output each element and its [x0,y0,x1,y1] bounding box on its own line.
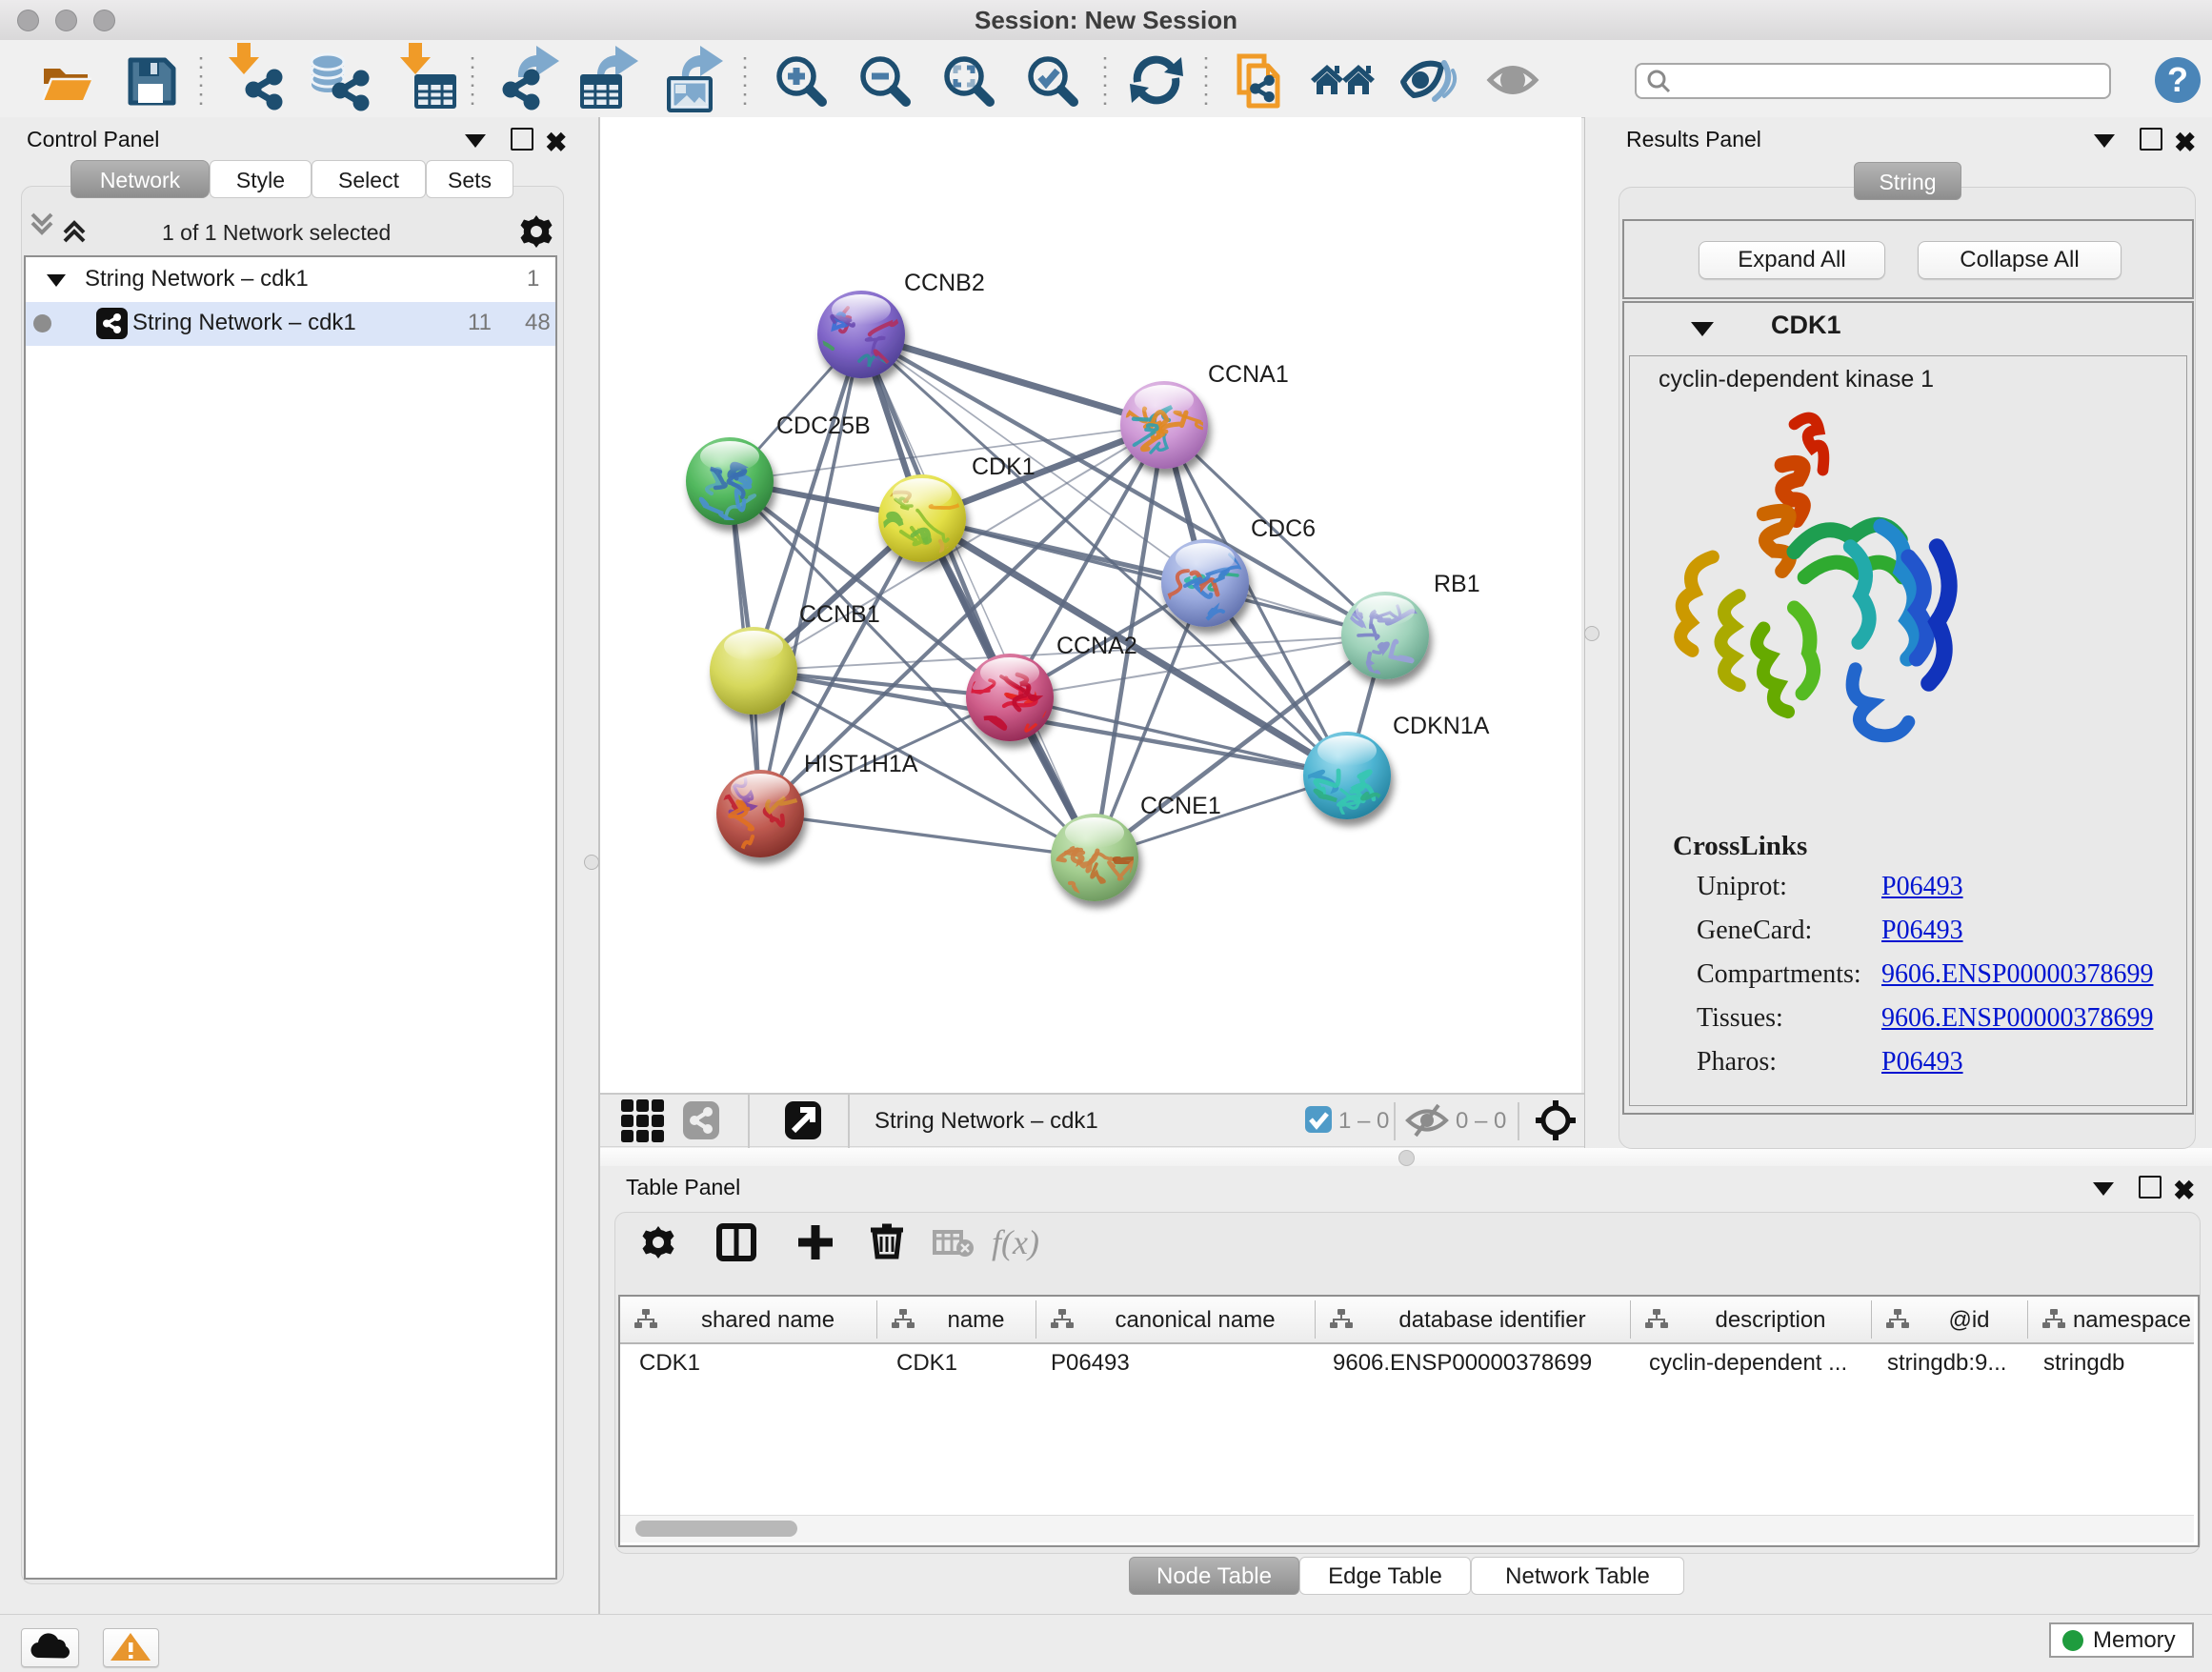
svg-text:CDKN1A: CDKN1A [1393,713,1490,739]
svg-text:CDK1: CDK1 [972,453,1036,480]
svg-text:CCNA1: CCNA1 [1208,361,1289,388]
svg-text:CCNB1: CCNB1 [799,601,880,628]
svg-text:?: ? [2167,60,2188,99]
svg-text:0 – 0: 0 – 0 [1456,1108,1506,1134]
svg-text:1 – 0: 1 – 0 [1338,1108,1389,1134]
svg-text:CCNE1: CCNE1 [1140,793,1221,819]
svg-text:RB1: RB1 [1434,571,1480,597]
svg-text:f(x): f(x) [992,1223,1039,1261]
svg-text:HIST1H1A: HIST1H1A [804,751,918,777]
svg-text:CDC25B: CDC25B [776,413,871,439]
svg-text:CCNB2: CCNB2 [904,270,985,296]
svg-text:CCNA2: CCNA2 [1056,633,1137,659]
svg-text:CDC6: CDC6 [1251,515,1316,542]
